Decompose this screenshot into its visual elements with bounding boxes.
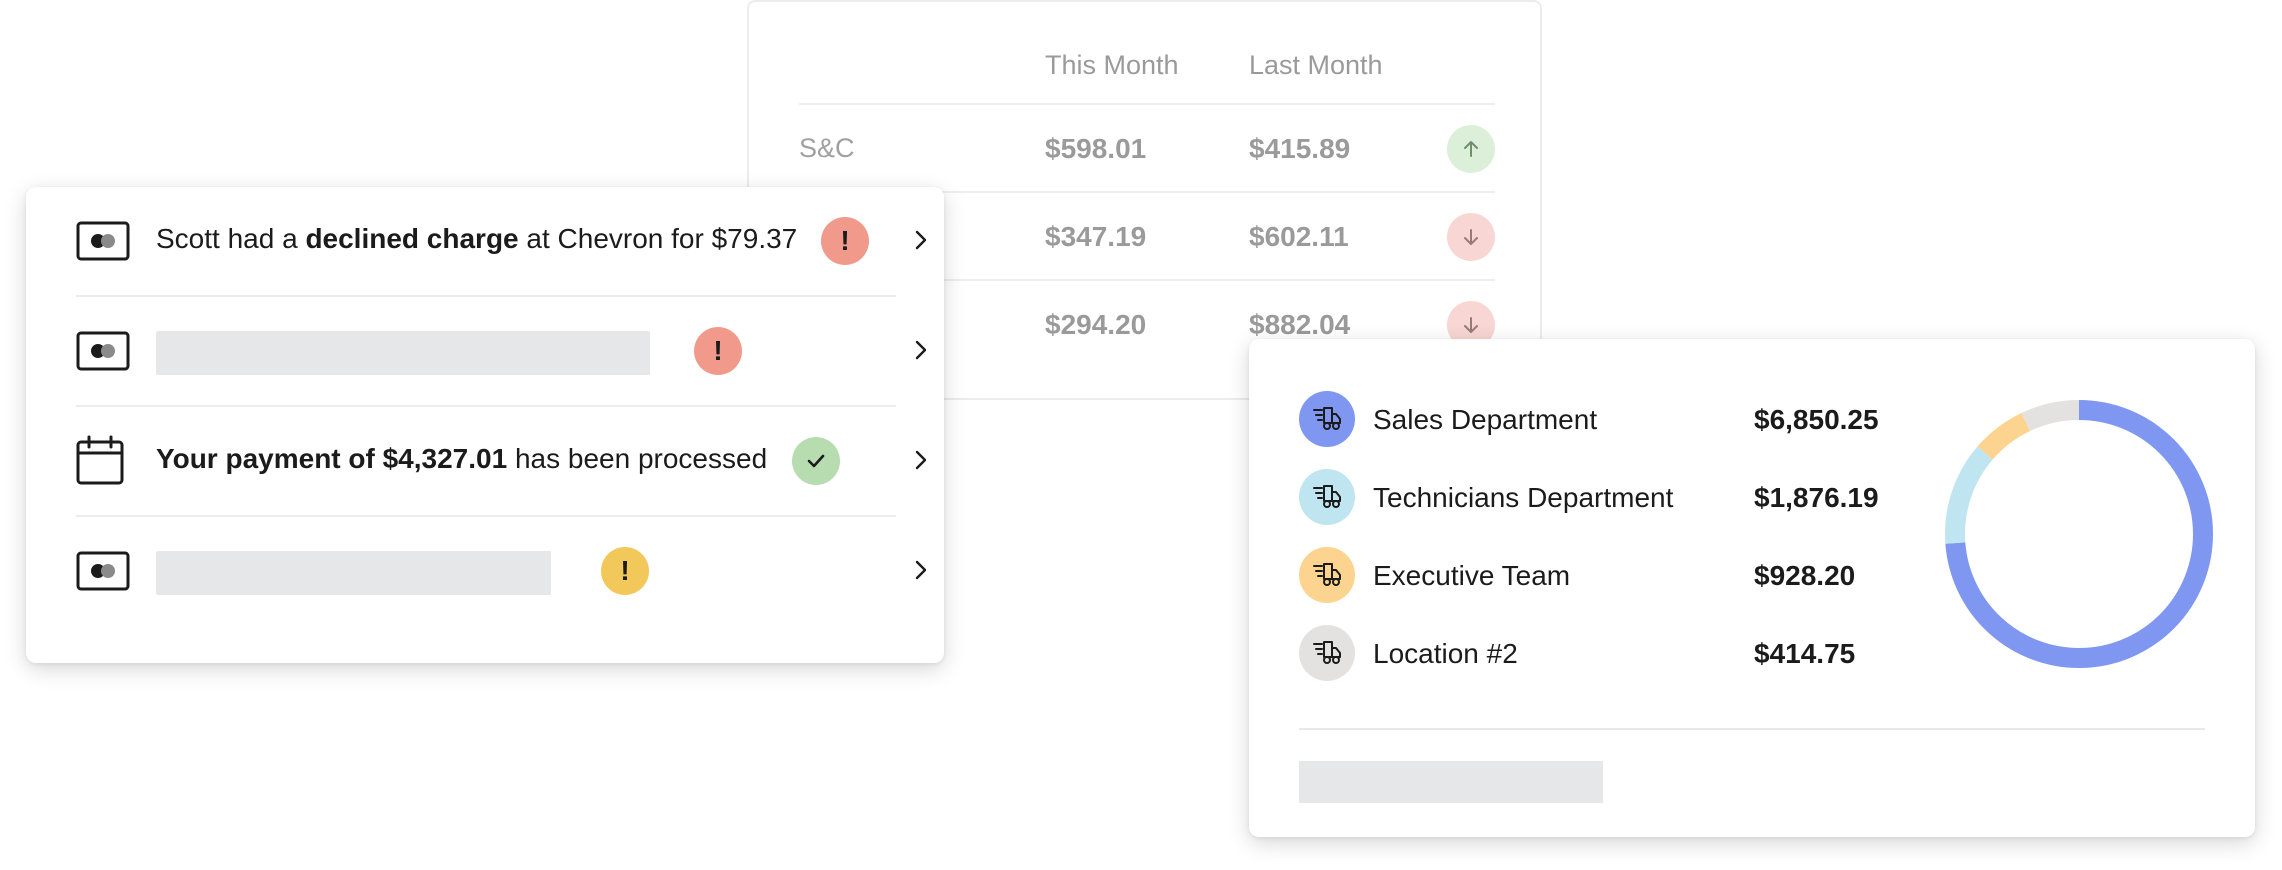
department-spend-donut [1945, 400, 2213, 668]
notification-text: Your payment of $4,327.01 has been proce… [156, 443, 768, 474]
last-month-value: $602.11 [1249, 221, 1349, 252]
truck-fast-icon [1299, 547, 1355, 603]
department-amount: $6,850.25 [1754, 404, 1879, 435]
truck-fast-icon [1299, 469, 1355, 525]
header-last-month: Last Month [1249, 50, 1383, 80]
alert-badge: ! [694, 327, 742, 375]
department-name: Technicians Department [1373, 482, 1674, 513]
text-placeholder [156, 331, 650, 375]
divider [1299, 728, 2205, 730]
this-month-value: $598.01 [1045, 133, 1147, 164]
header-this-month: This Month [1045, 50, 1179, 80]
chevron-right-icon[interactable] [908, 227, 934, 253]
card-icon [76, 551, 130, 591]
card-icon [76, 221, 130, 261]
department-name: Sales Department [1373, 404, 1598, 435]
this-month-value: $294.20 [1045, 309, 1147, 340]
check-icon [792, 437, 840, 485]
notification-text: Scott had a declined charge at Chevron f… [156, 223, 798, 254]
department-amount: $414.75 [1754, 638, 1856, 669]
chevron-right-icon[interactable] [908, 447, 934, 473]
table-row[interactable]: S&C $598.01 $415.89 [799, 103, 1495, 193]
department-name: Location #2 [1373, 638, 1518, 669]
last-month-value: $415.89 [1249, 133, 1351, 164]
department-amount: $928.20 [1754, 560, 1856, 591]
arrow-down-icon [1447, 213, 1495, 261]
alert-badge: ! [601, 547, 649, 595]
notification-item[interactable]: Scott had a declined charge at Chevron f… [76, 187, 927, 297]
truck-fast-icon [1299, 625, 1355, 681]
notifications-card: Scott had a declined charge at Chevron f… [26, 187, 944, 663]
truck-fast-icon [1299, 391, 1355, 447]
chevron-right-icon[interactable] [908, 337, 934, 363]
department-spend-card: Sales Department $6,850.25 Technicians D… [1249, 339, 2255, 837]
calendar-icon [76, 435, 124, 485]
department-row[interactable]: Executive Team $928.20 [1299, 545, 1919, 605]
card-icon [76, 331, 130, 371]
department-row[interactable]: Location #2 $414.75 [1299, 623, 1919, 683]
department-name: Executive Team [1373, 560, 1571, 591]
department-row[interactable]: Technicians Department $1,876.19 [1299, 467, 1919, 527]
notification-item[interactable]: ! [76, 297, 927, 407]
chevron-right-icon[interactable] [908, 557, 934, 583]
row-label: S&C [799, 133, 855, 163]
text-placeholder [156, 551, 551, 595]
notification-item[interactable]: ! [76, 517, 927, 625]
this-month-value: $347.19 [1045, 221, 1147, 252]
last-month-value: $882.04 [1249, 309, 1351, 340]
text-placeholder [1299, 761, 1603, 803]
alert-badge: ! [821, 217, 869, 265]
notification-item[interactable]: Your payment of $4,327.01 has been proce… [76, 407, 927, 517]
table-header: This Month Last Month [749, 2, 1540, 102]
department-amount: $1,876.19 [1754, 482, 1879, 513]
arrow-up-icon [1447, 125, 1495, 173]
department-row[interactable]: Sales Department $6,850.25 [1299, 389, 1919, 449]
